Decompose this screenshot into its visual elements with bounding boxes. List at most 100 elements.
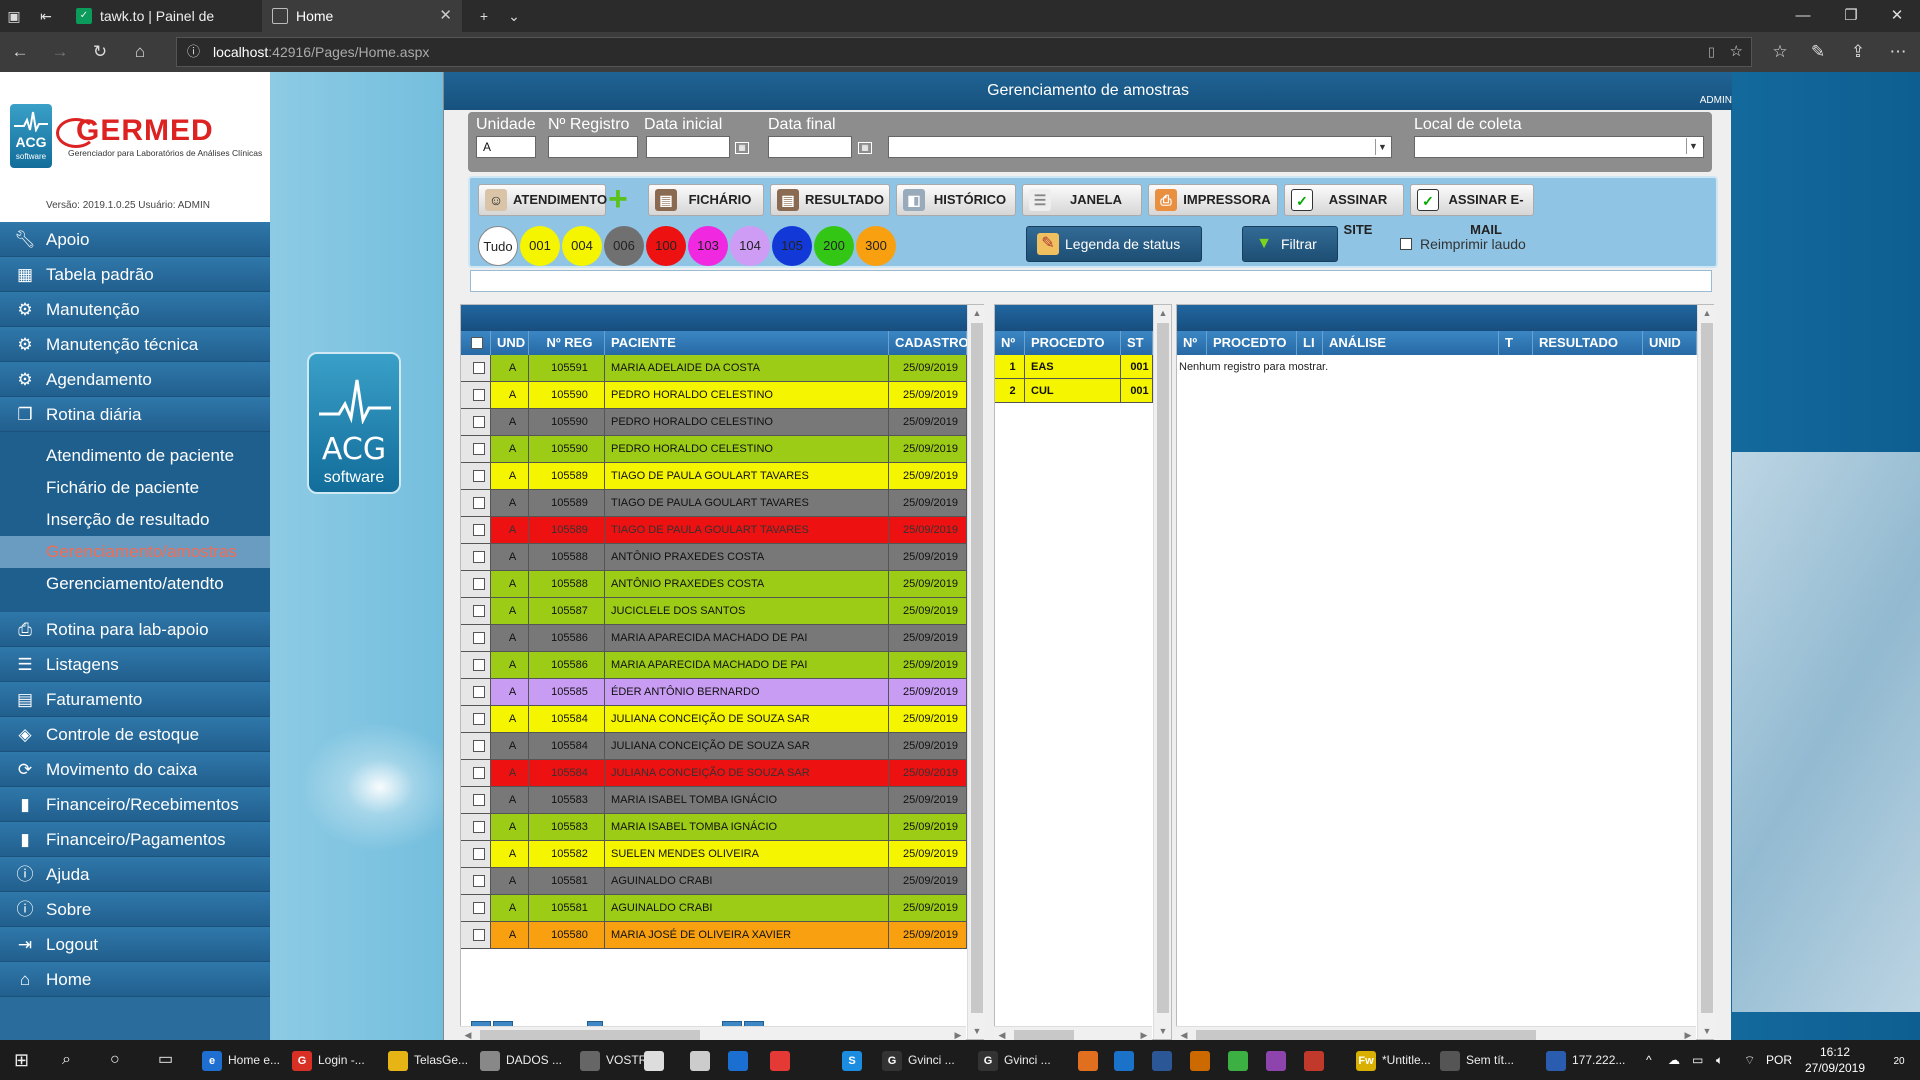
notification-icon[interactable]: 20 xyxy=(1884,1040,1914,1080)
scroll-thumb[interactable] xyxy=(1701,323,1713,1013)
row-checkbox[interactable] xyxy=(473,929,485,941)
table-row[interactable]: 2 CUL 001 xyxy=(995,379,1153,403)
sidebar-item-rotina-diaria[interactable]: ❐ Rotina diária xyxy=(0,397,270,432)
taskbar-anydesk-icon[interactable] xyxy=(770,1048,796,1072)
scroll-thumb[interactable] xyxy=(971,323,983,1013)
taskbar-app[interactable]: Sem tít... xyxy=(1440,1048,1514,1072)
cortana-icon[interactable]: ○ xyxy=(110,1048,120,1072)
row-checkbox[interactable] xyxy=(473,902,485,914)
search-icon[interactable]: ⌕ xyxy=(62,1048,71,1072)
taskbar-app[interactable]: G Gvinci ... xyxy=(978,1048,1051,1072)
col-und[interactable]: UND xyxy=(491,331,529,355)
table-row[interactable]: A 105588 ANTÔNIO PRAXEDES COSTA 25/09/2019 xyxy=(461,544,967,571)
tab-preview-chevron-icon[interactable]: ⌄ xyxy=(504,6,524,26)
scroll-thumb[interactable] xyxy=(480,1030,700,1040)
table-row[interactable]: A 105589 TIAGO DE PAULA GOULART TAVARES 25/… xyxy=(461,517,967,544)
data-inicial-input[interactable] xyxy=(646,136,730,158)
taskbar-app[interactable]: G Login -... xyxy=(292,1048,365,1072)
tab-actions-icon[interactable]: ▣ xyxy=(4,6,24,26)
status-filter-006[interactable]: 006 xyxy=(604,226,644,266)
table-row[interactable]: A 105590 PEDRO HORALDO CELESTINO 25/09/2019 xyxy=(461,382,967,409)
table-row[interactable]: A 105583 MARIA ISABEL TOMBA IGNÁCIO 25/09/2… xyxy=(461,814,967,841)
status-filter-200[interactable]: 200 xyxy=(814,226,854,266)
taskbar-app-icon[interactable] xyxy=(1190,1048,1216,1072)
subitem-insercao-resultado[interactable]: Inserção de resultado xyxy=(0,504,270,536)
row-checkbox[interactable] xyxy=(473,740,485,752)
table-row[interactable]: A 105581 AGUINALDO CRABI 25/09/2019 xyxy=(461,868,967,895)
samples-vscroll[interactable]: ▲ ▼ xyxy=(967,305,985,1039)
close-tab-icon[interactable]: ✕ xyxy=(439,0,452,32)
subitem-gerenciamento-atendto[interactable]: Gerenciamento/atendto xyxy=(0,568,270,600)
taskbar-app[interactable]: 177.222... xyxy=(1546,1048,1625,1072)
janela-button[interactable]: ☰ JANELA xyxy=(1022,184,1142,216)
sidebar-item-home[interactable]: ⌂ Home xyxy=(0,962,270,997)
taskbar-outlook-icon[interactable] xyxy=(1114,1048,1140,1072)
row-checkbox[interactable] xyxy=(473,875,485,887)
home-icon[interactable]: ⌂ xyxy=(128,40,152,64)
table-row[interactable]: A 105589 TIAGO DE PAULA GOULART TAVARES 25/… xyxy=(461,463,967,490)
table-row[interactable]: A 105580 MARIA JOSÉ DE OLIVEIRA XAVIER 25/0… xyxy=(461,922,967,949)
taskbar-teams-icon[interactable] xyxy=(728,1048,754,1072)
row-checkbox[interactable] xyxy=(473,686,485,698)
taskbar-app[interactable]: Fw *Untitle... xyxy=(1356,1048,1431,1072)
refresh-icon[interactable]: ↻ xyxy=(88,40,112,64)
table-row[interactable]: A 105590 PEDRO HORALDO CELESTINO 25/09/2019 xyxy=(461,409,967,436)
url-input[interactable]: ⓘ localhost:42916/Pages/Home.aspx ▯ ☆ xyxy=(176,37,1752,67)
scroll-down-icon[interactable]: ▼ xyxy=(1698,1023,1716,1039)
status-filter-100[interactable]: 100 xyxy=(646,226,686,266)
table-row[interactable]: A 105590 PEDRO HORALDO CELESTINO 25/09/2019 xyxy=(461,436,967,463)
assinar-site-button[interactable]: ✓ ASSINAR SITE xyxy=(1284,184,1404,237)
tab-home[interactable]: Home ✕ xyxy=(262,0,462,32)
taskbar-folder-icon[interactable] xyxy=(1078,1048,1104,1072)
table-row[interactable]: A 105582 SUELEN MENDES OLIVEIRA 25/09/2019 xyxy=(461,841,967,868)
sidebar-item-tabela-padrao[interactable]: ▦ Tabela padrão xyxy=(0,257,270,292)
procedures-vscroll[interactable]: ▲ ▼ xyxy=(1153,305,1171,1039)
subitem-atendimento-paciente[interactable]: Atendimento de paciente xyxy=(0,440,270,472)
table-row[interactable]: A 105587 JUCICLELE DOS SANTOS 25/09/2019 xyxy=(461,598,967,625)
fichario-button[interactable]: ▤ FICHÁRIO xyxy=(648,184,764,216)
col-t[interactable]: T xyxy=(1499,331,1533,355)
status-filter-tudo[interactable]: Tudo xyxy=(478,226,518,266)
col-li[interactable]: LI xyxy=(1297,331,1323,355)
row-checkbox[interactable] xyxy=(473,713,485,725)
impressora-button[interactable]: ⎙ IMPRESSORA xyxy=(1148,184,1278,216)
scroll-down-icon[interactable]: ▼ xyxy=(1154,1023,1172,1039)
filtrar-button[interactable]: ▼ Filtrar xyxy=(1242,226,1338,262)
sidebar-item-manutencao[interactable]: ⚙ Manutenção xyxy=(0,292,270,327)
table-row[interactable]: A 105591 MARIA ADELAIDE DA COSTA 25/09/2019 xyxy=(461,355,967,382)
taskbar-word-icon[interactable] xyxy=(1152,1048,1178,1072)
chevron-down-icon[interactable]: ▼ xyxy=(1375,139,1389,155)
sidebar-item-sobre[interactable]: ⓘ Sobre xyxy=(0,892,270,927)
scroll-up-icon[interactable]: ▲ xyxy=(968,305,986,321)
col-reg[interactable]: Nº REG xyxy=(529,331,605,355)
filter-select[interactable]: ▼ xyxy=(888,136,1392,158)
row-checkbox[interactable] xyxy=(473,578,485,590)
sidebar-item-faturamento[interactable]: ▤ Faturamento xyxy=(0,682,270,717)
language-indicator[interactable]: POR xyxy=(1766,1040,1792,1080)
table-row[interactable]: A 105581 AGUINALDO CRABI 25/09/2019 xyxy=(461,895,967,922)
volume-icon[interactable]: 🔈︎ xyxy=(1716,1040,1723,1080)
add-icon[interactable]: + xyxy=(608,182,636,216)
scroll-thumb[interactable] xyxy=(1014,1030,1074,1040)
historico-button[interactable]: ◧ HISTÓRICO xyxy=(896,184,1016,216)
reading-view-icon[interactable]: ▯ xyxy=(1708,38,1715,66)
taskbar-app[interactable]: S xyxy=(842,1048,868,1072)
col-n[interactable]: Nº xyxy=(995,331,1025,355)
sidebar-item-financeiro-pagamentos[interactable]: ▮ Financeiro/Pagamentos xyxy=(0,822,270,857)
table-row[interactable]: 1 EAS 001 xyxy=(995,355,1153,379)
status-filter-105[interactable]: 105 xyxy=(772,226,812,266)
col-paciente[interactable]: PACIENTE xyxy=(605,331,889,355)
row-checkbox[interactable] xyxy=(473,848,485,860)
sidebar-item-financeiro-recebimentos[interactable]: ▮ Financeiro/Recebimentos xyxy=(0,787,270,822)
sidebar-item-movimento-caixa[interactable]: ⟳ Movimento do caixa xyxy=(0,752,270,787)
taskbar-notepad-icon[interactable] xyxy=(1228,1048,1254,1072)
row-checkbox[interactable] xyxy=(473,767,485,779)
favorite-star-icon[interactable]: ☆ xyxy=(1730,38,1743,66)
taskbar-visual-studio-icon[interactable] xyxy=(1266,1048,1292,1072)
analyses-vscroll[interactable]: ▲ ▼ xyxy=(1697,305,1715,1039)
unidade-input[interactable]: A xyxy=(476,136,536,158)
scroll-thumb[interactable] xyxy=(1157,323,1169,1013)
new-tab-icon[interactable]: + xyxy=(474,6,494,26)
row-checkbox[interactable] xyxy=(473,416,485,428)
table-row[interactable]: A 105586 MARIA APARECIDA MACHADO DE PAI 25/… xyxy=(461,652,967,679)
